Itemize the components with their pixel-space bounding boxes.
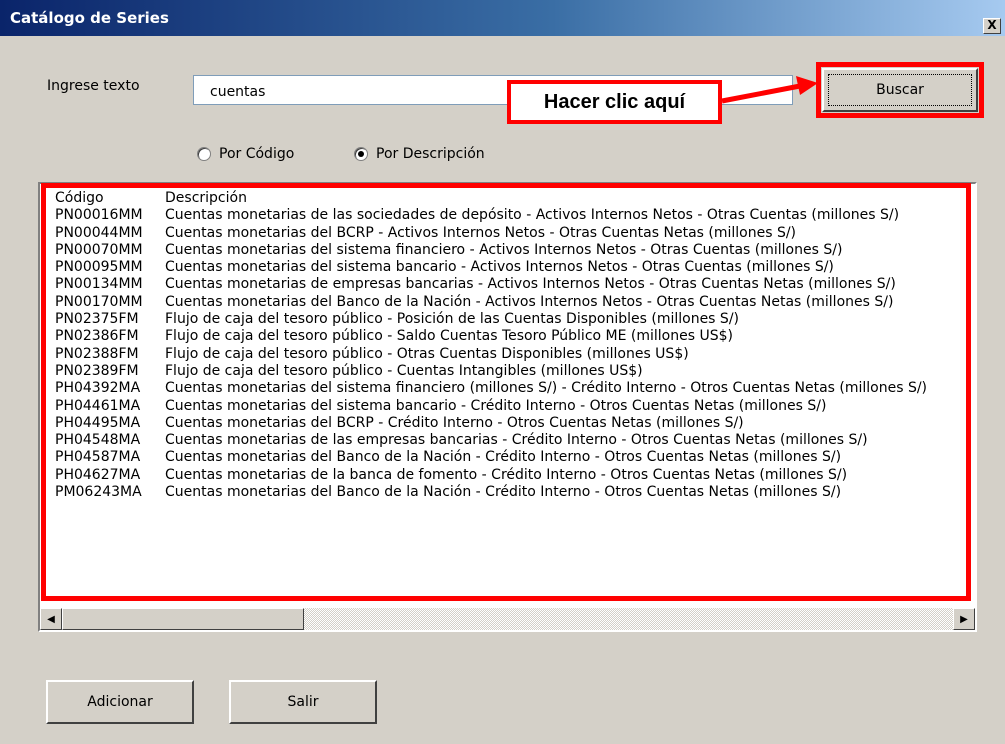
list-item[interactable]: PN00170MM Cuentas monetarias del Banco de… (55, 294, 927, 311)
title-bar: Catálogo de Series X (0, 0, 1005, 36)
list-item[interactable]: PH04392MA Cuentas monetarias del sistema … (55, 380, 927, 397)
list-item[interactable]: PN00095MM Cuentas monetarias del sistema … (55, 259, 927, 276)
scrollbar-thumb[interactable] (62, 608, 304, 630)
item-code: PH04392MA (55, 380, 141, 397)
list-header: Código Descripción (55, 190, 927, 207)
item-code: PH04627MA (55, 466, 141, 483)
close-button[interactable]: X (983, 18, 1001, 34)
item-description: Cuentas monetarias del sistema bancario … (165, 397, 827, 414)
add-button[interactable]: Adicionar (46, 680, 194, 724)
item-code: PN02388FM (55, 345, 139, 362)
item-description: Cuentas monetarias de las sociedades de … (165, 207, 900, 224)
item-code: PH04461MA (55, 397, 141, 414)
search-label: Ingrese texto (47, 78, 140, 94)
item-description: Cuentas monetarias de la banca de foment… (165, 466, 848, 483)
item-description: Cuentas monetarias de las empresas banca… (165, 432, 868, 449)
item-code: PN00095MM (55, 259, 143, 276)
item-description: Cuentas monetarias del sistema financier… (165, 380, 928, 397)
item-description: Cuentas monetarias del BCRP - Activos In… (165, 224, 797, 241)
radio-button-icon[interactable] (197, 147, 211, 161)
results-listbox[interactable]: Código Descripción PN00016MM Cuentas mone… (38, 182, 977, 632)
item-code: PN00016MM (55, 207, 143, 224)
item-description: Cuentas monetarias del Banco de la Nació… (165, 449, 842, 466)
item-description: Flujo de caja del tesoro público - Cuent… (165, 362, 643, 379)
exit-button[interactable]: Salir (229, 680, 377, 724)
list-item[interactable]: PN02389FM Flujo de caja del tesoro públic… (55, 363, 927, 380)
search-button[interactable]: Buscar (822, 68, 978, 112)
item-description: Cuentas monetarias del Banco de la Nació… (165, 293, 894, 310)
item-code: PH04587MA (55, 449, 141, 466)
item-code: PH04495MA (55, 414, 141, 431)
item-code: PN00170MM (55, 293, 143, 310)
window-title: Catálogo de Series (10, 9, 169, 27)
header-description: Descripción (165, 190, 247, 206)
list-item[interactable]: PH04587MA Cuentas monetarias del Banco de… (55, 449, 927, 466)
list-item[interactable]: PN00044MM Cuentas monetarias del BCRP - A… (55, 225, 927, 242)
scroll-left-arrow-icon[interactable]: ◀ (40, 608, 62, 630)
results-rows: Código Descripción PN00016MM Cuentas mone… (55, 190, 927, 501)
list-item[interactable]: PH04461MA Cuentas monetarias del sistema … (55, 398, 927, 415)
list-item[interactable]: PH04495MA Cuentas monetarias del BCRP - C… (55, 415, 927, 432)
list-item[interactable]: PN02375FM Flujo de caja del tesoro públic… (55, 311, 927, 328)
item-code: PN02386FM (55, 328, 139, 345)
item-code: PN02375FM (55, 311, 139, 328)
list-item[interactable]: PN00016MM Cuentas monetarias de las socie… (55, 207, 927, 224)
list-item[interactable]: PN02386FM Flujo de caja del tesoro públic… (55, 328, 927, 345)
list-item[interactable]: PN02388FM Flujo de caja del tesoro públic… (55, 346, 927, 363)
radio-por-codigo[interactable]: Por Código (197, 146, 294, 162)
radio-button-selected-icon[interactable] (354, 147, 368, 161)
item-code: PN02389FM (55, 362, 139, 379)
item-description: Flujo de caja del tesoro público - Saldo… (165, 328, 733, 345)
list-item[interactable]: PH04548MA Cuentas monetarias de las empre… (55, 432, 927, 449)
click-here-callout: Hacer clic aquí (507, 80, 722, 124)
item-code: PN00044MM (55, 224, 143, 241)
item-description: Flujo de caja del tesoro público - Otras… (165, 345, 689, 362)
item-code: PN00070MM (55, 241, 143, 258)
item-description: Cuentas monetarias del Banco de la Nació… (165, 484, 842, 501)
radio-label-descripcion: Por Descripción (376, 146, 485, 162)
header-code: Código (55, 190, 104, 206)
item-description: Cuentas monetarias del BCRP - Crédito In… (165, 414, 744, 431)
horizontal-scrollbar[interactable]: ◀ ▶ (40, 608, 975, 630)
scroll-right-arrow-icon[interactable]: ▶ (953, 608, 975, 630)
item-description: Cuentas monetarias del sistema bancario … (165, 259, 834, 276)
list-item[interactable]: PM06243MA Cuentas monetarias del Banco de… (55, 484, 927, 501)
item-description: Cuentas monetarias del sistema financier… (165, 241, 843, 258)
radio-label-codigo: Por Código (219, 146, 295, 162)
item-code: PH04548MA (55, 432, 141, 449)
radio-por-descripcion[interactable]: Por Descripción (354, 146, 485, 162)
item-code: PN00134MM (55, 276, 143, 293)
list-item[interactable]: PN00070MM Cuentas monetarias del sistema … (55, 242, 927, 259)
list-item[interactable]: PN00134MM Cuentas monetarias de empresas … (55, 276, 927, 293)
item-description: Cuentas monetarias de empresas bancarias… (165, 276, 896, 293)
list-item[interactable]: PH04627MA Cuentas monetarias de la banca … (55, 467, 927, 484)
item-description: Flujo de caja del tesoro público - Posic… (165, 311, 739, 328)
item-code: PM06243MA (55, 484, 142, 501)
